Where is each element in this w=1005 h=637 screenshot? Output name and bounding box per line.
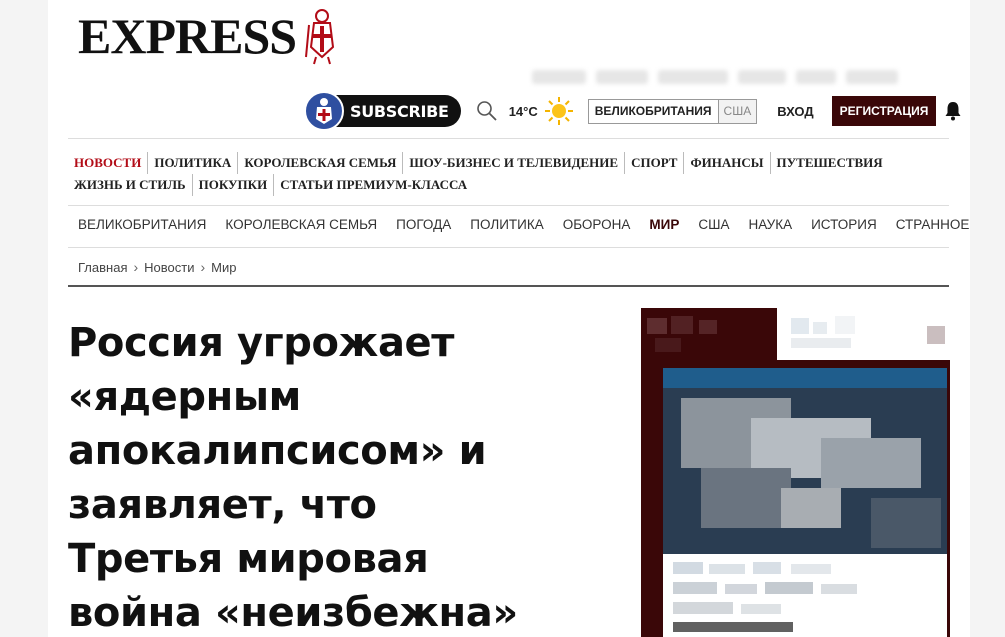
blurred-top-links <box>532 70 946 86</box>
subnav-item-weather[interactable]: ПОГОДА <box>396 217 451 232</box>
nav-item-life-style[interactable]: ЖИЗНЬ И СТИЛЬ <box>74 174 193 196</box>
nav-item-sport[interactable]: СПОРТ <box>625 152 685 174</box>
sun-icon <box>544 97 573 125</box>
subnav-item-weird[interactable]: СТРАННОЕ <box>896 217 970 232</box>
bell-icon[interactable] <box>944 101 962 121</box>
page: EXPRESS SUBSCRIBE 14°C ВЕЛИКОБРИТАНИЯ СШ… <box>48 0 970 637</box>
nav-item-showbiz-tv[interactable]: ШОУ-БИЗНЕС И ТЕЛЕВИДЕНИЕ <box>403 152 626 174</box>
subnav-item-politics[interactable]: ПОЛИТИКА <box>470 217 543 232</box>
subnav-item-world[interactable]: МИР <box>649 217 679 232</box>
chevron-right-icon: › <box>133 259 139 275</box>
divider <box>68 205 949 206</box>
crusader-crest-icon <box>305 9 335 65</box>
article-headline: Россия угрожает «ядерным апокалипсисом» … <box>68 320 518 636</box>
primary-nav-row-2: ЖИЗНЬ И СТИЛЬ ПОКУПКИ СТАТЬИ ПРЕМИУМ-КЛАСС… <box>74 174 944 196</box>
region-toggle: ВЕЛИКОБРИТАНИЯ США <box>587 98 758 124</box>
nav-item-shopping[interactable]: ПОКУПКИ <box>193 174 275 196</box>
nav-item-politics[interactable]: ПОЛИТИКА <box>148 152 239 174</box>
nav-item-royal-family[interactable]: КОРОЛЕВСКАЯ СЕМЬЯ <box>238 152 404 174</box>
register-button[interactable]: РЕГИСТРАЦИЯ <box>831 96 937 126</box>
nav-item-travel[interactable]: ПУТЕШЕСТВИЯ <box>771 152 889 174</box>
breadcrumb-world[interactable]: Мир <box>211 260 236 275</box>
subnav-item-defence[interactable]: ОБОРОНА <box>563 217 631 232</box>
chevron-right-icon: › <box>200 259 206 275</box>
express-logo[interactable]: EXPRESS <box>78 6 342 66</box>
region-us-option[interactable]: США <box>718 99 757 123</box>
breadcrumb-home[interactable]: Главная <box>78 260 127 275</box>
login-link[interactable]: ВХОД <box>777 104 813 119</box>
region-uk-option[interactable]: ВЕЛИКОБРИТАНИЯ <box>589 99 719 123</box>
logo-text: EXPRESS <box>78 8 297 64</box>
primary-nav: НОВОСТИ ПОЛИТИКА КОРОЛЕВСКАЯ СЕМЬЯ ШОУ-БИЗН… <box>74 152 944 196</box>
subnav-item-royal-family[interactable]: КОРОЛЕВСКАЯ СЕМЬЯ <box>225 217 377 232</box>
breadcrumb-news[interactable]: Новости <box>144 260 194 275</box>
subnav-item-uk[interactable]: ВЕЛИКОБРИТАНИЯ <box>78 217 206 232</box>
nav-item-finance[interactable]: ФИНАНСЫ <box>684 152 771 174</box>
divider <box>68 138 949 139</box>
divider <box>68 285 949 287</box>
search-icon[interactable] <box>475 99 499 123</box>
advertisement-image <box>641 308 950 637</box>
divider <box>68 247 949 248</box>
breadcrumb: Главная › Новости › Мир <box>78 259 236 275</box>
subscribe-button[interactable]: SUBSCRIBE <box>304 91 461 131</box>
subscribe-label: SUBSCRIBE <box>350 101 449 121</box>
utility-bar: SUBSCRIBE 14°C ВЕЛИКОБРИТАНИЯ США ВХОД Р… <box>304 91 962 131</box>
subnav-item-history[interactable]: ИСТОРИЯ <box>811 217 877 232</box>
nav-item-premium[interactable]: СТАТЬИ ПРЕМИУМ-КЛАССА <box>274 174 473 196</box>
subscribe-crest-icon <box>304 91 344 131</box>
advertisement-blurred[interactable] <box>641 308 950 637</box>
primary-nav-row-1: НОВОСТИ ПОЛИТИКА КОРОЛЕВСКАЯ СЕМЬЯ ШОУ-БИЗН… <box>74 152 944 174</box>
subnav-item-us[interactable]: США <box>698 217 729 232</box>
temperature: 14°C <box>508 103 538 119</box>
secondary-nav: ВЕЛИКОБРИТАНИЯ КОРОЛЕВСКАЯ СЕМЬЯ ПОГОДА … <box>78 217 969 232</box>
subnav-item-science[interactable]: НАУКА <box>748 217 792 232</box>
nav-item-news[interactable]: НОВОСТИ <box>74 152 149 174</box>
